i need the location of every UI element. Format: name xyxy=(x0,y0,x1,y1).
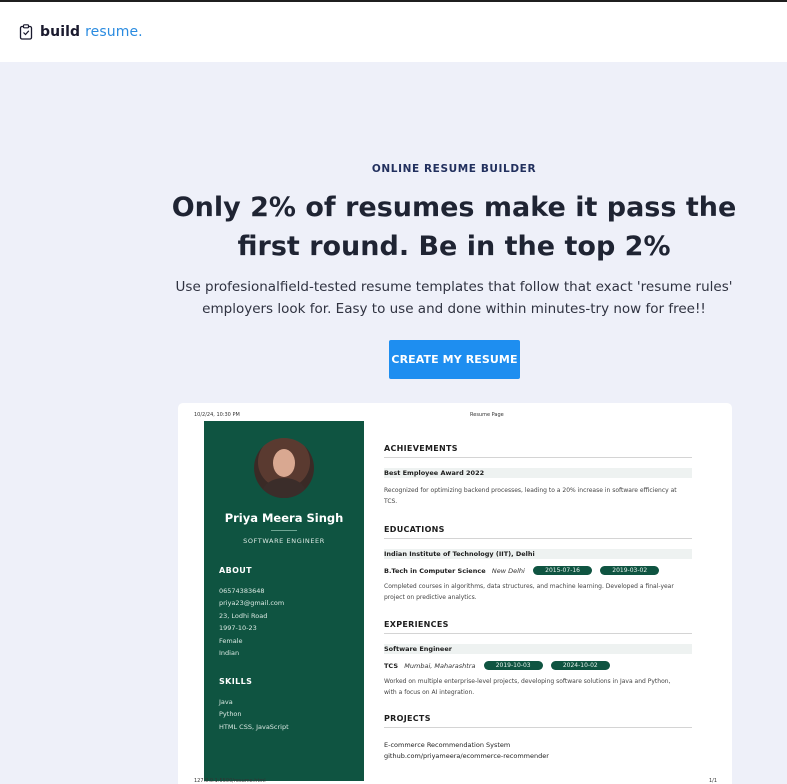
resume-main: ACHIEVEMENTS Best Employee Award 2022 Re… xyxy=(384,421,704,781)
achievement-desc: Recognized for optimizing backend proces… xyxy=(384,487,677,505)
resume-sidebar: Priya Meera Singh SOFTWARE ENGINEER ABOU… xyxy=(204,421,364,781)
education-start-badge: 2015-07-16 xyxy=(533,566,592,575)
about-address: 23, Lodhi Road xyxy=(219,611,268,620)
hero-subtext-line1: Use profesionalfield-tested resume templ… xyxy=(175,279,733,295)
experience-start-badge: 2019-10-03 xyxy=(483,661,543,670)
navbar: build resume. xyxy=(0,2,787,62)
hero-section: ONLINE RESUME BUILDER Only 2% of resumes… xyxy=(0,62,787,784)
about-email: priya23@gmail.com xyxy=(219,599,285,608)
achievement-title: Best Employee Award 2022 xyxy=(384,469,485,477)
brand-logo-link[interactable]: build resume. xyxy=(40,24,143,40)
experience-title: Software Engineer xyxy=(384,645,452,653)
experience-heading: EXPERIENCES xyxy=(384,620,449,629)
experience-company-row: TCS Mumbai, Maharashtra 2019-10-03 2024-… xyxy=(384,661,610,670)
education-desc: Completed courses in algorithms, data st… xyxy=(384,583,674,601)
about-gender: Female xyxy=(219,636,243,645)
skills-list: Java Python HTML CSS, JavaScript xyxy=(219,696,289,733)
clipboard-icon xyxy=(19,24,33,40)
experience-location: Mumbai, Maharashtra xyxy=(404,662,476,670)
skill-item: Java xyxy=(219,698,233,706)
project-name: E-commerce Recommendation System xyxy=(384,741,511,749)
education-location: New Delhi xyxy=(491,567,525,575)
section-divider xyxy=(384,633,692,634)
education-school: Indian Institute of Technology (IIT), De… xyxy=(384,550,535,558)
hero-eyebrow: ONLINE RESUME BUILDER xyxy=(371,163,537,175)
experience-end-badge: 2024-10-02 xyxy=(550,661,610,670)
experience-company: TCS xyxy=(384,662,399,670)
skill-item: Python xyxy=(219,710,242,719)
education-degree-row: B.Tech in Computer Science New Delhi 201… xyxy=(384,566,660,575)
brand-prefix: build xyxy=(40,24,81,40)
create-resume-button[interactable]: CREATE MY RESUME xyxy=(389,340,520,379)
about-list: 06574383648 priya23@gmail.com 23, Lodhi … xyxy=(219,585,284,659)
print-header-title: Resume Page xyxy=(470,412,504,418)
hero-subtext-line2: employers look for. Easy to use and done… xyxy=(202,301,706,317)
brand-accent: resume. xyxy=(85,24,143,40)
hero-headline-line2: first round. Be in the top 2% xyxy=(237,231,671,262)
print-footer-url: 127.0.0.1:5500/resume.html xyxy=(194,778,266,784)
avatar xyxy=(254,438,314,498)
print-header-date: 10/2/24, 10:30 PM xyxy=(194,412,240,418)
name-divider xyxy=(271,530,297,531)
achievements-heading: ACHIEVEMENTS xyxy=(384,444,458,453)
about-nationality: Indian xyxy=(219,649,240,658)
section-divider xyxy=(384,457,692,458)
section-divider xyxy=(384,538,692,539)
education-degree: B.Tech in Computer Science xyxy=(384,567,486,575)
resume-preview-image: 10/2/24, 10:30 PM Resume Page Priya Meer… xyxy=(178,403,732,784)
experience-desc: Worked on multiple enterprise-level proj… xyxy=(384,678,671,696)
projects-heading: PROJECTS xyxy=(384,714,431,723)
about-dob: 1997-10-23 xyxy=(219,624,257,633)
avatar-body-shape xyxy=(262,478,306,498)
about-phone: 06574383648 xyxy=(219,587,265,595)
skills-heading: SKILLS xyxy=(219,677,253,686)
education-heading: EDUCATIONS xyxy=(384,525,445,534)
skill-item: HTML CSS, JavaScript xyxy=(219,722,289,731)
resume-role: SOFTWARE ENGINEER xyxy=(243,537,325,545)
project-link: github.com/priyameera/ecommerce-recommen… xyxy=(384,752,549,760)
hero-subtext: Use profesionalfield-tested resume templ… xyxy=(0,276,787,320)
about-heading: ABOUT xyxy=(219,566,253,575)
education-end-badge: 2019-03-02 xyxy=(600,566,660,575)
print-page-number: 1/1 xyxy=(709,778,718,784)
hero-headline-line1: Only 2% of resumes make it pass the xyxy=(171,192,737,223)
hero-headline: Only 2% of resumes make it pass the firs… xyxy=(0,188,787,266)
section-divider xyxy=(384,727,692,728)
resume-name: Priya Meera Singh xyxy=(224,511,344,525)
avatar-face-shape xyxy=(273,449,295,477)
